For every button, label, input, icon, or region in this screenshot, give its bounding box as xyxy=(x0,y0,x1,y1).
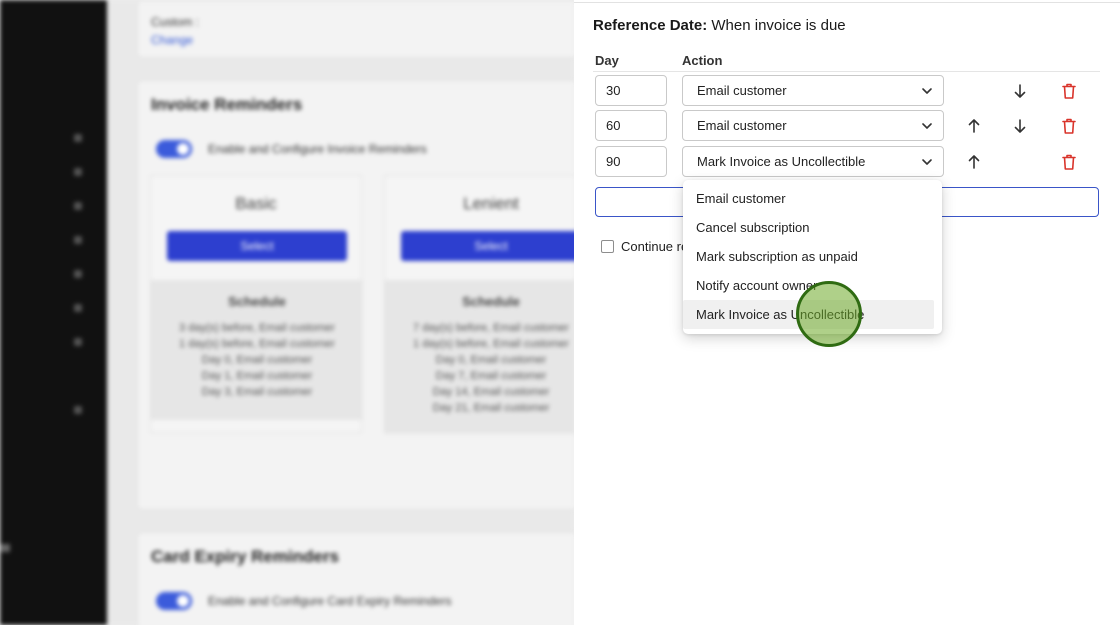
header-divider xyxy=(593,71,1100,72)
plan-name: Lenient xyxy=(463,194,519,213)
reference-date-label: Reference Date: xyxy=(593,17,708,34)
reference-date-value: When invoice is due xyxy=(711,17,846,34)
action-select-value: Email customer xyxy=(697,83,787,98)
schedule-line: Day 14, Email customer xyxy=(432,386,550,398)
move-up-button[interactable] xyxy=(964,152,984,172)
plan-schedule: Schedule 3 day(s) before, Email customer… xyxy=(151,280,363,420)
reminder-row: Mark Invoice as Uncollectible xyxy=(574,146,1120,178)
delete-button[interactable] xyxy=(1059,152,1079,172)
nav-icon xyxy=(0,544,10,552)
reminder-row: Email customer xyxy=(574,75,1120,107)
continue-option[interactable]: Continue re xyxy=(601,239,688,254)
arrow-up-icon xyxy=(968,155,980,169)
dropdown-option-email-customer[interactable]: Email customer xyxy=(683,184,942,213)
nav-icon xyxy=(74,338,82,346)
reminder-row: Email customer xyxy=(574,110,1120,142)
schedule-line: 7 day(s) before, Email customer xyxy=(413,322,569,334)
schedule-line: Day 7, Email customer xyxy=(435,370,547,382)
card-expiry-toggle-label: Enable and Configure Card Expiry Reminde… xyxy=(208,594,452,608)
action-select-value: Mark Invoice as Uncollectible xyxy=(697,154,866,169)
schedule-line: Day 3, Email customer xyxy=(201,386,313,398)
card-expiry-toggle[interactable] xyxy=(156,592,192,610)
plan-lenient: Lenient Select Schedule 7 day(s) before,… xyxy=(384,175,581,434)
nav-icon xyxy=(74,406,82,414)
schedule-line: 3 day(s) before, Email customer xyxy=(179,322,335,334)
action-select-value: Email customer xyxy=(697,118,787,133)
customer-label: Custom : xyxy=(151,15,200,29)
card-expiry-title: Card Expiry Reminders xyxy=(151,547,340,566)
panel-divider xyxy=(574,2,1120,3)
settings-page: Custom : Change Invoice Reminders Enable… xyxy=(107,0,581,625)
action-select[interactable]: Mark Invoice as Uncollectible xyxy=(682,146,944,177)
move-down-button[interactable] xyxy=(1010,116,1030,136)
arrow-up-icon xyxy=(968,119,980,133)
schedule-line: Day 0, Email customer xyxy=(201,354,313,366)
continue-label: Continue re xyxy=(621,239,689,254)
nav-icon xyxy=(74,304,82,312)
move-down-button[interactable] xyxy=(1010,81,1030,101)
arrow-down-icon xyxy=(1014,84,1026,98)
nav-icon xyxy=(74,236,82,244)
schedule-line: Day 21, Email customer xyxy=(432,402,550,414)
nav-icon xyxy=(74,168,82,176)
card-expiry-card: Card Expiry Reminders Enable and Configu… xyxy=(137,532,577,625)
day-input[interactable] xyxy=(595,75,667,106)
invoice-reminders-toggle-label: Enable and Configure Invoice Reminders xyxy=(208,142,427,156)
change-link[interactable]: Change xyxy=(151,33,193,47)
column-header-day: Day xyxy=(595,53,619,68)
continue-checkbox[interactable] xyxy=(601,240,614,253)
trash-icon xyxy=(1062,118,1076,134)
action-dropdown-menu: Email customer Cancel subscription Mark … xyxy=(683,180,942,334)
sidebar-nav xyxy=(0,0,107,625)
plan-basic: Basic Select Schedule 3 day(s) before, E… xyxy=(150,175,363,433)
dropdown-option-mark-uncollectible[interactable]: Mark Invoice as Uncollectible xyxy=(683,300,934,329)
invoice-reminders-toggle[interactable] xyxy=(156,140,192,158)
day-input[interactable] xyxy=(595,110,667,141)
move-up-button[interactable] xyxy=(964,116,984,136)
delete-button[interactable] xyxy=(1059,81,1079,101)
schedule-line: 1 day(s) before, Email customer xyxy=(179,338,335,350)
action-select[interactable]: Email customer xyxy=(682,110,944,141)
schedule-title: Schedule xyxy=(462,294,520,309)
trash-icon xyxy=(1062,83,1076,99)
plan-select-button[interactable]: Select xyxy=(401,231,581,261)
invoice-reminders-title: Invoice Reminders xyxy=(151,95,303,114)
plan-schedule: Schedule 7 day(s) before, Email customer… xyxy=(385,280,575,434)
nav-icon xyxy=(74,202,82,210)
chevron-down-icon xyxy=(922,88,932,94)
schedule-line: 1 day(s) before, Email customer xyxy=(413,338,569,350)
action-select[interactable]: Email customer xyxy=(682,75,944,106)
chevron-down-icon xyxy=(922,159,932,165)
customer-card: Custom : Change xyxy=(137,0,577,58)
column-header-action: Action xyxy=(682,53,723,68)
trash-icon xyxy=(1062,154,1076,170)
chevron-down-icon xyxy=(922,123,932,129)
schedule-line: Day 1, Email customer xyxy=(201,370,313,382)
arrow-down-icon xyxy=(1014,119,1026,133)
schedule-title: Schedule xyxy=(228,294,286,309)
nav-icon xyxy=(74,134,82,142)
nav-icon xyxy=(74,270,82,278)
dropdown-option-mark-unpaid[interactable]: Mark subscription as unpaid xyxy=(683,242,942,271)
dropdown-option-notify-owner[interactable]: Notify account owner xyxy=(683,271,942,300)
plan-select-button[interactable]: Select xyxy=(167,231,347,261)
dropdown-option-cancel-subscription[interactable]: Cancel subscription xyxy=(683,213,942,242)
schedule-line: Day 0, Email customer xyxy=(435,354,547,366)
day-input[interactable] xyxy=(595,146,667,177)
plan-name: Basic xyxy=(235,194,277,213)
delete-button[interactable] xyxy=(1059,116,1079,136)
reference-date: Reference Date: When invoice is due xyxy=(593,17,846,34)
